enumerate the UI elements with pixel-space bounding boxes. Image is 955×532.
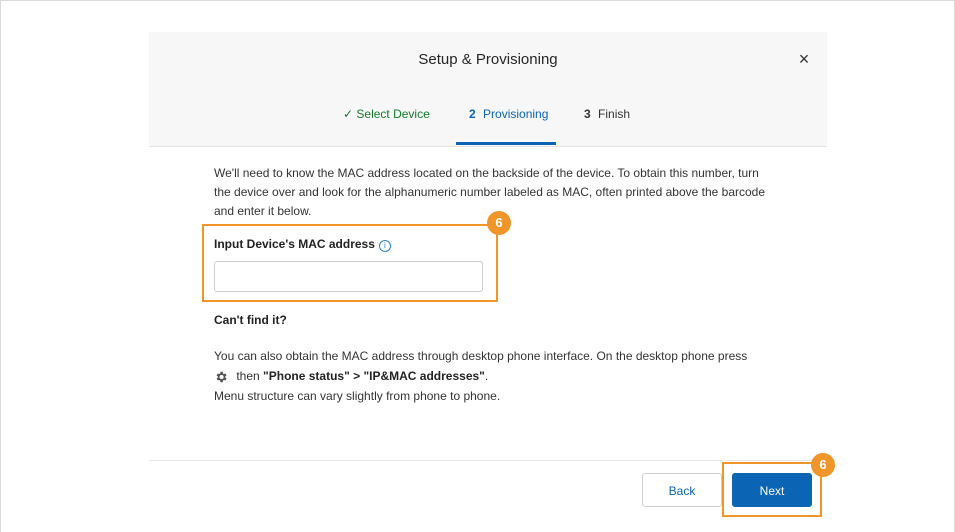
- step-number: 2: [469, 107, 476, 121]
- mac-address-input[interactable]: [214, 261, 483, 292]
- info-icon[interactable]: i: [378, 240, 391, 252]
- dialog-title: Setup & Provisioning: [418, 51, 558, 68]
- dialog-header: Setup & Provisioning × ✓ Select Device 2…: [149, 32, 827, 147]
- help-menu-path: "Phone status" > "IP&MAC addresses": [263, 369, 485, 383]
- gear-icon: [216, 371, 227, 383]
- step-number: 3: [584, 107, 591, 121]
- help-note: Menu structure can vary slightly from ph…: [214, 389, 501, 403]
- active-step-indicator: [456, 142, 556, 145]
- footer-divider: [149, 460, 827, 461]
- help-period: .: [484, 369, 489, 383]
- callout-badge: 6: [487, 211, 511, 235]
- help-instruction: then "Phone status" > "IP&MAC addresses"…: [214, 367, 488, 385]
- close-icon[interactable]: ×: [796, 50, 812, 68]
- step-finish[interactable]: 3 Finish: [584, 107, 630, 121]
- help-then: then: [236, 369, 260, 383]
- mac-label-text: Input Device's MAC address: [214, 237, 375, 251]
- checkmark-icon: ✓: [343, 107, 354, 121]
- callout-badge: 6: [811, 453, 835, 477]
- step-label: Provisioning: [483, 107, 549, 121]
- back-button[interactable]: Back: [642, 473, 722, 507]
- mac-address-label: Input Device's MAC address i: [214, 237, 391, 252]
- next-button[interactable]: Next: [732, 473, 812, 507]
- page-frame: Setup & Provisioning × ✓ Select Device 2…: [0, 0, 955, 532]
- stepper: ✓ Select Device 2 Provisioning 3 Finish: [149, 107, 827, 146]
- step-label: Finish: [598, 107, 631, 121]
- step-label: Select Device: [356, 107, 430, 121]
- step-provisioning[interactable]: 2 Provisioning: [469, 107, 548, 121]
- cant-find-heading: Can't find it?: [214, 313, 287, 327]
- step-select-device[interactable]: ✓ Select Device: [343, 107, 430, 121]
- help-text: You can also obtain the MAC address thro…: [214, 349, 748, 363]
